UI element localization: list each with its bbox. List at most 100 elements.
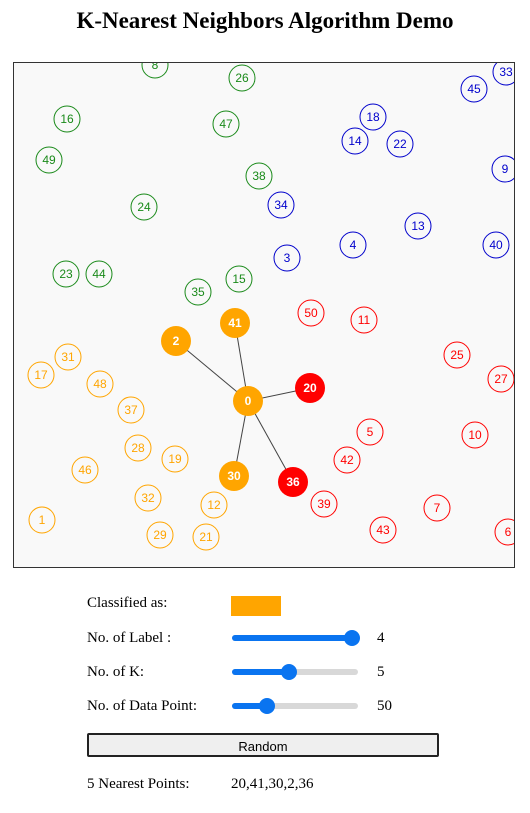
data-point-17: 17 [27,361,55,389]
data-point-14: 14 [341,127,369,155]
data-point-44: 44 [85,260,113,288]
point-label-28: 28 [131,441,145,455]
data-point-42: 42 [333,446,361,474]
point-label-2: 2 [173,334,180,348]
points-slider[interactable] [232,698,358,714]
data-point-34: 34 [267,191,295,219]
data-point-18: 18 [359,103,387,131]
data-point-6: 6 [494,518,514,546]
knn-plot-canvas[interactable]: 8 26 45 33 16 47 18 14 22 49 9 38 24 34 13 4 40 3 23 44 15 35… [13,62,515,568]
point-label-31: 31 [61,350,75,364]
data-point-8: 8 [141,63,169,79]
highlighted-point-20: 20 [295,373,325,403]
data-point-13: 13 [404,212,432,240]
point-label-16: 16 [60,112,74,126]
point-label-36: 36 [286,475,300,489]
data-point-43: 43 [369,516,397,544]
point-label-9: 9 [502,162,509,176]
data-point-11: 11 [350,306,378,334]
data-point-24: 24 [130,193,158,221]
knn-plot-svg: 826453316 47 1814 224993824 34134 40323 44 1535… [27,63,514,551]
data-point-5: 5 [356,418,384,446]
point-label-10: 10 [468,428,482,442]
highlighted-point-41: 41 [220,308,250,338]
point-label-46: 46 [78,463,92,477]
highlighted-point-36: 36 [278,467,308,497]
point-label-21: 21 [199,530,213,544]
point-label-32: 32 [141,491,155,505]
nearest-label: 5 Nearest Points: [87,776,190,792]
point-label-1: 1 [39,513,46,527]
random-button[interactable]: Random [87,733,439,757]
k-slider[interactable] [232,664,358,680]
point-label-45: 45 [467,82,481,96]
labels-row: No. of Label : 4 [87,627,447,649]
point-label-35: 35 [191,285,205,299]
k-value: 5 [377,664,385,680]
data-point-9: 9 [491,155,514,183]
data-point-27: 27 [487,365,514,393]
data-point-47: 47 [212,110,240,138]
point-label-37: 37 [124,403,138,417]
data-point-25: 25 [443,341,471,369]
data-point-1: 1 [28,506,56,534]
data-point-26: 26 [228,64,256,92]
point-label-34: 34 [274,198,288,212]
data-point-46: 46 [71,456,99,484]
point-label-39: 39 [317,497,331,511]
points-value: 50 [377,698,392,714]
point-label-44: 44 [92,267,106,281]
points-slider-thumb[interactable] [259,698,276,714]
k-slider-thumb[interactable] [280,664,297,680]
data-point-40: 40 [482,231,510,259]
point-label-18: 18 [366,110,380,124]
data-point-49: 49 [35,146,63,174]
data-point-31: 31 [54,343,82,371]
point-label-19: 19 [168,452,182,466]
page-title: K-Nearest Neighbors Algorithm Demo [76,8,454,33]
nearest-row: 5 Nearest Points: 20,41,30,2,36 [87,773,447,795]
classified-label: Classified as: [87,595,168,611]
points-label: No. of Data Point: [87,698,197,714]
point-label-15: 15 [232,272,246,286]
point-label-24: 24 [137,200,151,214]
data-point-28: 28 [124,434,152,462]
point-label-50: 50 [304,306,318,320]
data-point-19: 19 [161,445,189,473]
data-point-10: 10 [461,421,489,449]
point-label-12: 12 [207,498,221,512]
point-label-49: 49 [42,153,56,167]
point-label-48: 48 [93,377,107,391]
point-label-8: 8 [152,63,159,72]
data-point-3: 3 [273,244,301,272]
point-label-0: 0 [245,394,252,408]
data-point-29: 29 [146,521,174,549]
data-point-32: 32 [134,484,162,512]
data-point-33: 33 [492,63,514,86]
point-label-23: 23 [59,267,73,281]
highlighted-point-30: 30 [219,461,249,491]
labels-slider[interactable] [232,630,360,646]
data-point-45: 45 [460,75,488,103]
point-label-4: 4 [350,238,357,252]
classified-color-swatch [231,596,281,616]
point-label-14: 14 [348,134,362,148]
point-label-5: 5 [367,425,374,439]
labels-slider-thumb[interactable] [343,630,360,646]
data-point-48: 48 [86,370,114,398]
k-label: No. of K: [87,664,145,680]
point-label-20: 20 [303,381,317,395]
point-label-25: 25 [450,348,464,362]
point-label-30: 30 [227,469,241,483]
point-label-33: 33 [499,65,513,79]
highlighted-point-2: 2 [161,326,191,356]
point-label-38: 38 [252,169,266,183]
data-point-50: 50 [297,299,325,327]
point-label-3: 3 [284,251,291,265]
point-label-40: 40 [489,238,503,252]
point-label-29: 29 [153,528,167,542]
point-label-7: 7 [434,501,441,515]
data-point-35: 35 [184,278,212,306]
data-point-4: 4 [339,231,367,259]
nearest-value: 20,41,30,2,36 [231,776,314,792]
